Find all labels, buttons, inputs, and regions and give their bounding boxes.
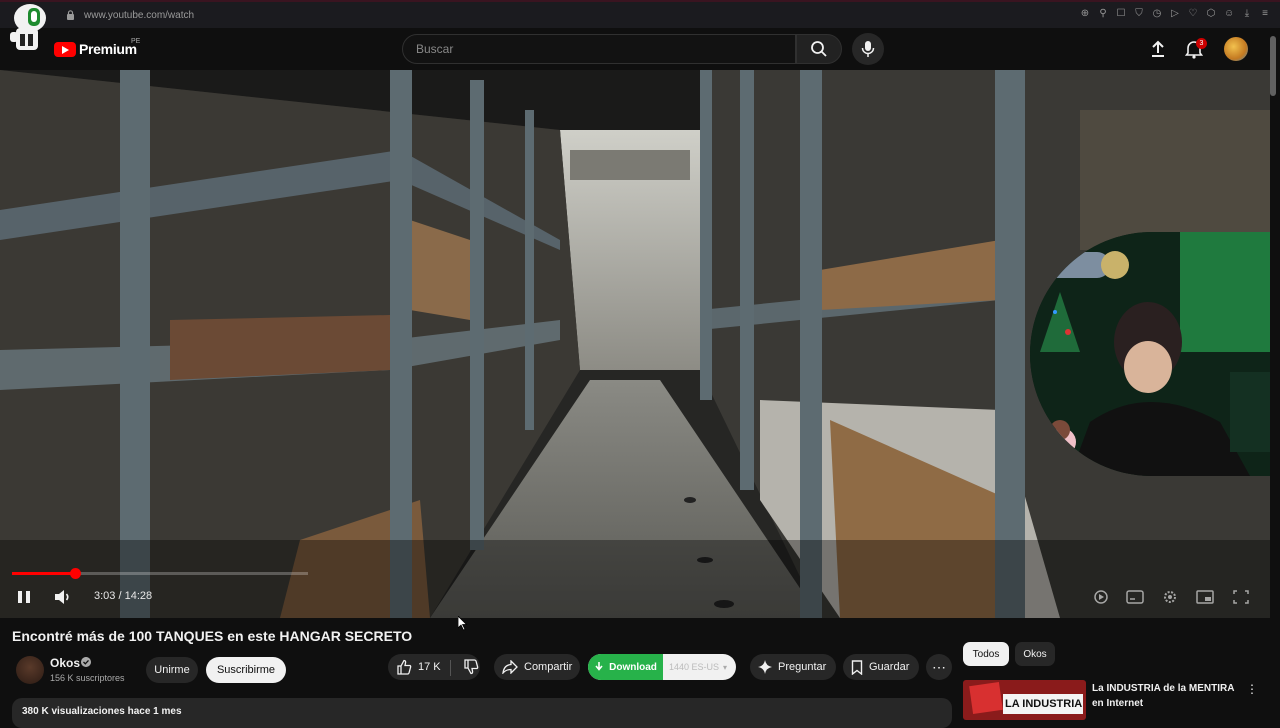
subscriber-count: 156 K suscriptores	[50, 673, 125, 683]
profile-icon[interactable]: ☺	[1224, 9, 1234, 19]
video-title: Encontré más de 100 TANQUES en este HANG…	[12, 628, 413, 644]
recommendation-title[interactable]: La INDUSTRIA de la MENTIRA en Internet	[1092, 681, 1242, 711]
zoom-icon[interactable]: ⊕	[1080, 9, 1090, 19]
country-code: PE	[131, 38, 141, 45]
progress-scrubber-handle[interactable]	[70, 568, 82, 579]
like-dislike-divider	[450, 660, 451, 676]
subtitles-icon[interactable]	[1126, 589, 1144, 605]
chip-okos[interactable]: Okos	[1015, 642, 1055, 666]
search-icon	[811, 41, 827, 57]
heart-icon[interactable]: ♡	[1188, 9, 1198, 19]
download-extension-button[interactable]: Download 1440 ES-US ▾	[588, 654, 736, 680]
download-arrow-icon	[595, 662, 603, 671]
youtube-header: 3	[0, 28, 1280, 70]
verified-badge-icon	[81, 657, 91, 667]
subscribe-button[interactable]: Suscribirme	[206, 657, 286, 683]
menu-icon[interactable]: ≡	[1260, 9, 1270, 19]
microphone-icon	[861, 41, 875, 57]
recommendation-menu-icon[interactable]: ⋮	[1246, 682, 1258, 696]
lock-icon	[67, 10, 74, 20]
upload-icon[interactable]	[1148, 39, 1168, 59]
more-actions-button[interactable]: ⋯	[926, 654, 952, 680]
download-button[interactable]: Download	[588, 654, 663, 680]
webcam-frame	[1030, 232, 1270, 476]
player-time: 3:03 / 14:28	[94, 590, 153, 602]
ask-button[interactable]: Preguntar	[750, 654, 836, 680]
join-button[interactable]: Unirme	[146, 657, 198, 683]
search-box	[402, 34, 796, 64]
user-avatar[interactable]	[1224, 37, 1248, 61]
fullscreen-icon[interactable]	[1232, 589, 1250, 605]
shield-icon[interactable]: ⛉	[1134, 9, 1144, 19]
search-button[interactable]	[796, 34, 842, 64]
thumbs-up-icon	[397, 659, 412, 675]
voice-search-button[interactable]	[852, 33, 884, 65]
progress-bar[interactable]	[12, 568, 308, 579]
channel-avatar[interactable]	[16, 656, 44, 684]
volume-icon[interactable]	[53, 588, 73, 606]
bookmark-save-icon	[851, 659, 863, 675]
youtube-premium-logo[interactable]: Premium	[54, 41, 137, 57]
download-label: Download	[609, 661, 657, 673]
scrollbar-thumb[interactable]	[1270, 36, 1276, 96]
pause-icon[interactable]	[16, 590, 32, 604]
streamer-webcam-overlay	[1030, 232, 1270, 476]
chip-todos[interactable]: Todos	[963, 642, 1009, 666]
notification-count-badge: 3	[1196, 38, 1207, 49]
extensions-icon[interactable]: ⬡	[1206, 9, 1216, 19]
share-label: Compartir	[524, 661, 573, 673]
views-and-date: 380 K visualizaciones hace 1 mes	[22, 706, 182, 717]
download-quality-select[interactable]: 1440 ES-US	[663, 662, 719, 672]
browser-extensions: ⊕ ⚲ ☐ ⛉ ◷ ▷ ♡ ⬡ ☺ ⤓ ≡	[1080, 9, 1270, 19]
share-button[interactable]: Compartir	[494, 654, 580, 680]
share-icon	[502, 660, 518, 674]
play-extension-icon[interactable]: ▷	[1170, 9, 1180, 19]
like-count: 17 K	[418, 661, 441, 673]
mouse-cursor-icon	[458, 616, 468, 631]
recommendation-thumbnail[interactable]: LA INDUSTRIA	[963, 680, 1086, 720]
streamer-mascot-logo	[10, 4, 46, 50]
save-label: Guardar	[869, 661, 910, 673]
chevron-down-icon[interactable]: ▾	[723, 663, 727, 672]
address-bar-url[interactable]: www.youtube.com/watch	[84, 10, 194, 21]
more-horizontal-icon: ⋯	[932, 658, 946, 675]
downloads-icon[interactable]: ⤓	[1242, 9, 1252, 19]
ask-label: Preguntar	[778, 661, 827, 673]
sparkle-icon	[758, 660, 772, 674]
save-button[interactable]: Guardar	[843, 654, 919, 680]
logo-text: Premium	[79, 41, 137, 57]
thumbs-down-icon[interactable]	[463, 659, 479, 675]
like-button[interactable]: 17 K	[388, 654, 480, 680]
thumbnail-text: LA INDUSTRIA	[1005, 698, 1083, 710]
history-icon[interactable]: ◷	[1152, 9, 1162, 19]
autoplay-toggle-icon[interactable]	[1092, 589, 1110, 605]
settings-gear-icon[interactable]	[1161, 589, 1179, 605]
bookmark-icon[interactable]: ☐	[1116, 9, 1126, 19]
search-input[interactable]	[403, 35, 795, 63]
browser-toolbar: www.youtube.com/watch ⊕ ⚲ ☐ ⛉ ◷ ▷ ♡ ⬡ ☺ …	[0, 0, 1280, 28]
youtube-play-logo-icon	[54, 41, 76, 57]
pin-icon[interactable]: ⚲	[1098, 9, 1108, 19]
channel-name[interactable]: Okos	[50, 656, 80, 670]
video-player[interactable]: 3:03 / 14:28	[0, 70, 1270, 618]
page-scrollbar[interactable]	[1270, 36, 1276, 666]
description-box[interactable]: 380 K visualizaciones hace 1 mes	[12, 698, 952, 728]
progress-bar-fill	[12, 572, 76, 575]
miniplayer-icon[interactable]	[1196, 589, 1214, 605]
